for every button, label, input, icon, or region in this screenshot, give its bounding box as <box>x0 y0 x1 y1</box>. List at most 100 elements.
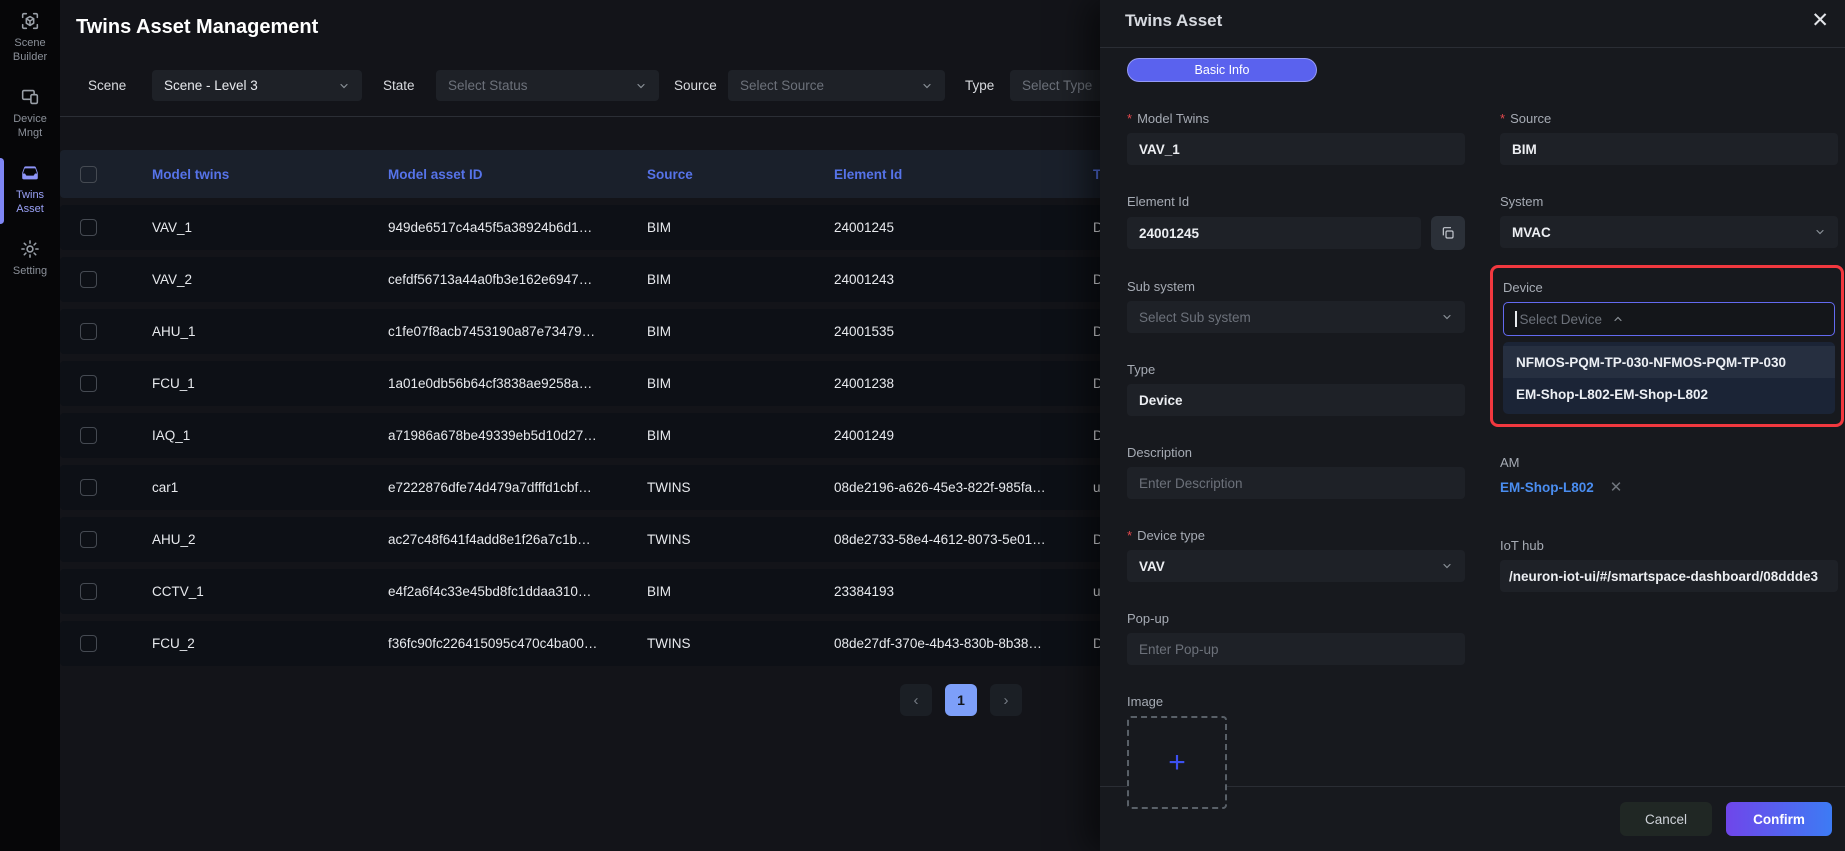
row-checkbox[interactable] <box>80 531 97 548</box>
popup-input[interactable]: Enter Pop-up <box>1127 633 1465 665</box>
field-model-twins: *Model Twins VAV_1 <box>1127 111 1465 165</box>
field-source: *Source BIM <box>1500 111 1838 165</box>
row-checkbox[interactable] <box>80 271 97 288</box>
cell-element-id: 24001249 <box>834 428 1093 443</box>
field-label: Source <box>1510 111 1551 126</box>
required-asterisk: * <box>1127 528 1132 543</box>
page-title: Twins Asset Management <box>76 16 318 39</box>
model-twins-input[interactable]: VAV_1 <box>1127 133 1465 165</box>
row-checkbox[interactable] <box>80 479 97 496</box>
col-header-model-asset-id[interactable]: Model asset ID <box>388 167 647 182</box>
cell-element-id: 23384193 <box>834 584 1093 599</box>
drawer-left-column: *Model Twins VAV_1 Element Id 24001245 S… <box>1127 111 1465 838</box>
device-select[interactable]: Select Device <box>1503 302 1835 336</box>
current-page[interactable]: 1 <box>945 684 977 716</box>
cell-model-twins: AHU_1 <box>152 324 388 339</box>
cancel-button[interactable]: Cancel <box>1620 802 1712 836</box>
cell-model-twins: car1 <box>152 480 388 495</box>
confirm-button[interactable]: Confirm <box>1726 802 1832 836</box>
device-options-dropdown: NFMOS-PQM-TP-030-NFMOS-PQM-TP-030 EM-Sho… <box>1503 342 1835 414</box>
copy-button[interactable] <box>1431 216 1465 250</box>
cell-source: BIM <box>647 220 834 235</box>
tab-basic-info[interactable]: Basic Info <box>1127 58 1317 82</box>
field-label: Device <box>1503 280 1835 296</box>
row-checkbox[interactable] <box>80 375 97 392</box>
field-label: AM <box>1500 455 1838 471</box>
cell-asset-id: ac27c48f641f4add8e1f26a7c1b… <box>388 532 647 547</box>
cell-element-id: 24001245 <box>834 220 1093 235</box>
divider <box>60 116 1240 117</box>
device-option[interactable]: NFMOS-PQM-TP-030-NFMOS-PQM-TP-030 <box>1503 346 1835 378</box>
row-checkbox[interactable] <box>80 219 97 236</box>
sidebar-item-label: DeviceMngt <box>2 112 58 140</box>
next-page-button[interactable]: › <box>990 684 1022 716</box>
field-label: Pop-up <box>1127 611 1465 627</box>
device-type-select[interactable]: VAV <box>1127 550 1465 582</box>
prev-page-button[interactable]: ‹ <box>900 684 932 716</box>
col-header-source[interactable]: Source <box>647 167 834 182</box>
device-option[interactable]: EM-Shop-L802-EM-Shop-L802 <box>1503 378 1835 410</box>
cell-asset-id: e4f2a6f4c33e45bd8fc1ddaa310… <box>388 584 647 599</box>
field-am: AM EM-Shop-L802 ✕ <box>1500 455 1838 497</box>
sidebar-item-twins-asset[interactable]: TwinsAsset <box>0 152 60 228</box>
field-label: Type <box>1127 362 1465 378</box>
cell-source: TWINS <box>647 532 834 547</box>
filter-label-source: Source <box>674 78 717 93</box>
cell-model-twins: IAQ_1 <box>152 428 388 443</box>
sidebar-item-setting[interactable]: Setting <box>0 228 60 290</box>
close-icon[interactable]: ✕ <box>1807 6 1833 35</box>
sidebar-item-label: Setting <box>2 264 58 278</box>
sidebar-item-label: SceneBuilder <box>2 36 58 64</box>
image-upload-box[interactable]: + <box>1127 716 1227 809</box>
text-cursor <box>1515 311 1517 327</box>
field-label: Model Twins <box>1137 111 1209 126</box>
field-iot-hub: IoT hub /neuron-iot-ui/#/smartspace-dash… <box>1500 538 1838 592</box>
sidebar: SceneBuilder DeviceMngt TwinsAsset Setti… <box>0 0 60 851</box>
field-system: System MVAC <box>1500 194 1838 248</box>
cell-element-id: 08de2196-a626-45e3-822f-985fa… <box>834 480 1093 495</box>
field-device-type: *Device type VAV <box>1127 528 1465 582</box>
state-select[interactable]: Select Status <box>436 70 659 101</box>
description-input[interactable]: Enter Description <box>1127 467 1465 499</box>
cell-asset-id: f36fc90fc226415095c470c4ba00… <box>388 636 647 651</box>
field-popup: Pop-up Enter Pop-up <box>1127 611 1465 665</box>
cell-model-twins: VAV_2 <box>152 272 388 287</box>
cell-element-id: 24001535 <box>834 324 1093 339</box>
source-select[interactable]: Select Source <box>728 70 945 101</box>
cell-source: BIM <box>647 428 834 443</box>
row-checkbox[interactable] <box>80 635 97 652</box>
col-header-model-twins[interactable]: Model twins <box>152 167 388 182</box>
iot-hub-input[interactable]: /neuron-iot-ui/#/smartspace-dashboard/08… <box>1500 560 1838 592</box>
type-input[interactable]: Device <box>1127 384 1465 416</box>
sidebar-item-scene-builder[interactable]: SceneBuilder <box>0 0 60 76</box>
row-checkbox[interactable] <box>80 427 97 444</box>
field-label: Image <box>1127 694 1465 710</box>
cell-model-twins: FCU_2 <box>152 636 388 651</box>
sidebar-item-label: TwinsAsset <box>2 188 58 216</box>
cell-model-twins: CCTV_1 <box>152 584 388 599</box>
sidebar-item-device-mngt[interactable]: DeviceMngt <box>0 76 60 152</box>
row-checkbox[interactable] <box>80 583 97 600</box>
element-id-input[interactable]: 24001245 <box>1127 217 1421 249</box>
source-input[interactable]: BIM <box>1500 133 1838 165</box>
am-link[interactable]: EM-Shop-L802 <box>1500 480 1594 495</box>
chevron-down-icon <box>1814 226 1826 238</box>
sub-system-select[interactable]: Select Sub system <box>1127 301 1465 333</box>
row-checkbox[interactable] <box>80 323 97 340</box>
chevron-down-icon <box>1441 560 1453 572</box>
drawer-header: Twins Asset ✕ <box>1100 0 1845 48</box>
chevron-down-icon <box>635 80 647 92</box>
chevron-up-icon <box>1612 313 1624 325</box>
filter-label-type: Type <box>965 78 994 93</box>
cell-model-twins: AHU_2 <box>152 532 388 547</box>
field-label: Description <box>1127 445 1465 461</box>
cell-element-id: 08de2733-58e4-4612-8073-5e01… <box>834 532 1093 547</box>
field-label: Sub system <box>1127 279 1465 295</box>
scene-select[interactable]: Scene - Level 3 <box>152 70 362 101</box>
select-all-checkbox[interactable] <box>80 166 97 183</box>
remove-icon[interactable]: ✕ <box>1610 480 1623 495</box>
cell-asset-id: 949de6517c4a45f5a38924b6d1… <box>388 220 647 235</box>
system-select[interactable]: MVAC <box>1500 216 1838 248</box>
cell-asset-id: c1fe07f8acb7453190a87e73479… <box>388 324 647 339</box>
col-header-element-id[interactable]: Element Id <box>834 167 1093 182</box>
